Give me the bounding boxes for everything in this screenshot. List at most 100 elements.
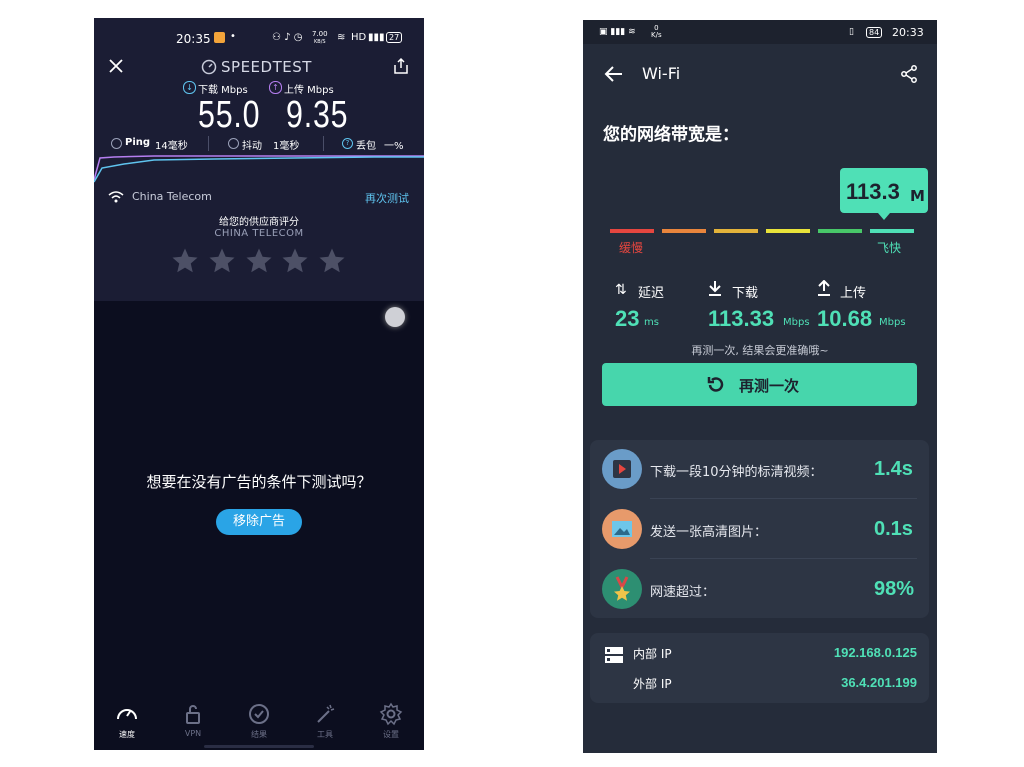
row-value: 0.1s [874, 518, 913, 540]
retest-button[interactable]: 再测一次 [602, 363, 917, 406]
net-speed: 0 K/s [651, 24, 662, 39]
check-circle-icon [249, 704, 269, 724]
row-label: 发送一张高清图片： [650, 525, 768, 540]
home-indicator[interactable] [204, 745, 314, 748]
provider-name: China Telecom [132, 190, 212, 203]
dot-icon: • [230, 31, 236, 42]
row-label: 网速超过： [650, 585, 716, 600]
vibrate-icon: ▯ [849, 27, 854, 37]
refresh-icon [706, 375, 726, 399]
hd-label: HD [351, 32, 367, 43]
upload-unit: Mbps [879, 317, 906, 328]
upload-value: 10.68 [817, 306, 873, 331]
status-icons: ⚇ ♪ ◷ [272, 32, 303, 43]
star-icon[interactable] [207, 246, 237, 276]
upload-label: 上传 [840, 286, 867, 301]
ad-question: 想要在没有广告的条件下测试吗？ [146, 473, 372, 491]
speedtest-logo-icon [201, 59, 217, 79]
speed-scale-segment [610, 229, 654, 233]
share-icon[interactable] [392, 57, 410, 79]
download-icon: ↓ [183, 81, 196, 94]
tab-speed[interactable]: 速度 [102, 702, 152, 740]
remove-ads-button[interactable]: 移除广告 [216, 509, 302, 535]
gear-icon [379, 702, 403, 726]
tab-tools[interactable]: 工具 [300, 702, 350, 740]
star-icon[interactable] [317, 246, 347, 276]
tab-vpn[interactable]: VPN [168, 702, 218, 738]
fast-label: 飞快 [877, 241, 902, 255]
status-bar: ▣ ▮▮▮ ≋ 0 K/s ▯ 84 20:33 [583, 20, 937, 44]
video-icon [602, 449, 642, 489]
app-notification-icon [214, 32, 225, 43]
jitter-icon [228, 138, 239, 149]
upload-icon: ↑ [269, 81, 282, 94]
download-value: 55.0 [198, 94, 261, 136]
ping-icon [111, 138, 122, 149]
rate-prompt: 给您的供应商评分 [219, 217, 299, 228]
download-value: 113.33 [708, 306, 775, 331]
magic-wand-icon [317, 704, 335, 723]
share-icon[interactable] [900, 65, 918, 87]
download-icon [708, 280, 722, 300]
speed-graph [94, 155, 424, 183]
tab-label: 工具 [317, 730, 333, 739]
star-icon[interactable] [170, 246, 200, 276]
back-arrow-icon[interactable] [604, 65, 624, 87]
status-time: 20:35 [176, 32, 211, 46]
latency-icon: ⇅ [615, 282, 627, 298]
speed-scale-segment [714, 229, 758, 233]
wifi-icon [108, 189, 124, 208]
speed-badge: 113.3 M [840, 168, 928, 213]
tab-label: VPN [184, 729, 202, 738]
net-speed: 7.00 KB/S [312, 30, 328, 46]
divider [323, 136, 324, 151]
upload-value: 9.35 [286, 94, 349, 136]
retest-hint: 再测一次, 结果会更准确哦~ [691, 344, 829, 357]
help-icon[interactable]: ? [342, 138, 353, 149]
divider [208, 136, 209, 151]
tab-label: 结果 [251, 730, 267, 739]
divider [650, 558, 917, 559]
battery-icon: 27 [386, 32, 403, 43]
server-icon [604, 645, 624, 669]
speed-scale-segment [818, 229, 862, 233]
divider [650, 498, 917, 499]
signal-icon: ▮▮▮ [368, 32, 385, 43]
latency-value: 23 [615, 306, 640, 331]
battery-icon: 84 [866, 27, 883, 38]
internal-ip-value: 192.168.0.125 [833, 645, 917, 660]
star-icon[interactable] [244, 246, 274, 276]
speedometer-icon [117, 709, 137, 720]
ping-label: Ping [125, 137, 151, 148]
row-value: 1.4s [874, 458, 913, 480]
download-unit: Mbps [783, 317, 810, 328]
latency-unit: ms [644, 317, 659, 328]
speed-scale-segment [662, 229, 706, 233]
tab-settings[interactable]: 设置 [366, 702, 416, 740]
bandwidth-headline: 您的网络带宽是： [603, 125, 739, 145]
tab-label: 设置 [383, 730, 399, 739]
status-time: 20:33 [892, 26, 924, 39]
speed-scale-segment [870, 229, 914, 233]
rate-provider: CHINA TELECOM [214, 228, 304, 239]
download-label: 下载 [732, 286, 759, 301]
tab-label: 速度 [119, 730, 135, 739]
status-bar: 20:35 • ⚇ ♪ ◷ 7.00 KB/S ≋ HD ▮▮▮ 27 [94, 18, 424, 46]
badge-pointer [878, 213, 890, 220]
retest-link[interactable]: 再次测试 [365, 190, 409, 206]
details-card: 下载一段10分钟的标清视频： 1.4s 发送一张高清图片： 0.1s 网速超过：… [590, 440, 929, 618]
speedtest-screen: 20:35 • ⚇ ♪ ◷ 7.00 KB/S ≋ HD ▮▮▮ 27 SPEED… [94, 18, 424, 750]
page-title: Wi-Fi [642, 64, 681, 83]
row-label: 下载一段10分钟的标清视频： [650, 465, 823, 480]
app-title: SPEEDTEST [221, 58, 312, 76]
close-icon[interactable] [108, 58, 124, 78]
external-ip-label: 外部 IP [633, 677, 672, 691]
speed-scale-segment [766, 229, 810, 233]
slow-label: 缓慢 [619, 241, 644, 255]
internal-ip-label: 内部 IP [633, 647, 672, 661]
lock-icon [186, 705, 200, 724]
wifi-icon: ≋ [337, 32, 346, 43]
floating-assist-button[interactable] [385, 307, 405, 327]
star-icon[interactable] [280, 246, 310, 276]
tab-results[interactable]: 结果 [234, 702, 284, 740]
